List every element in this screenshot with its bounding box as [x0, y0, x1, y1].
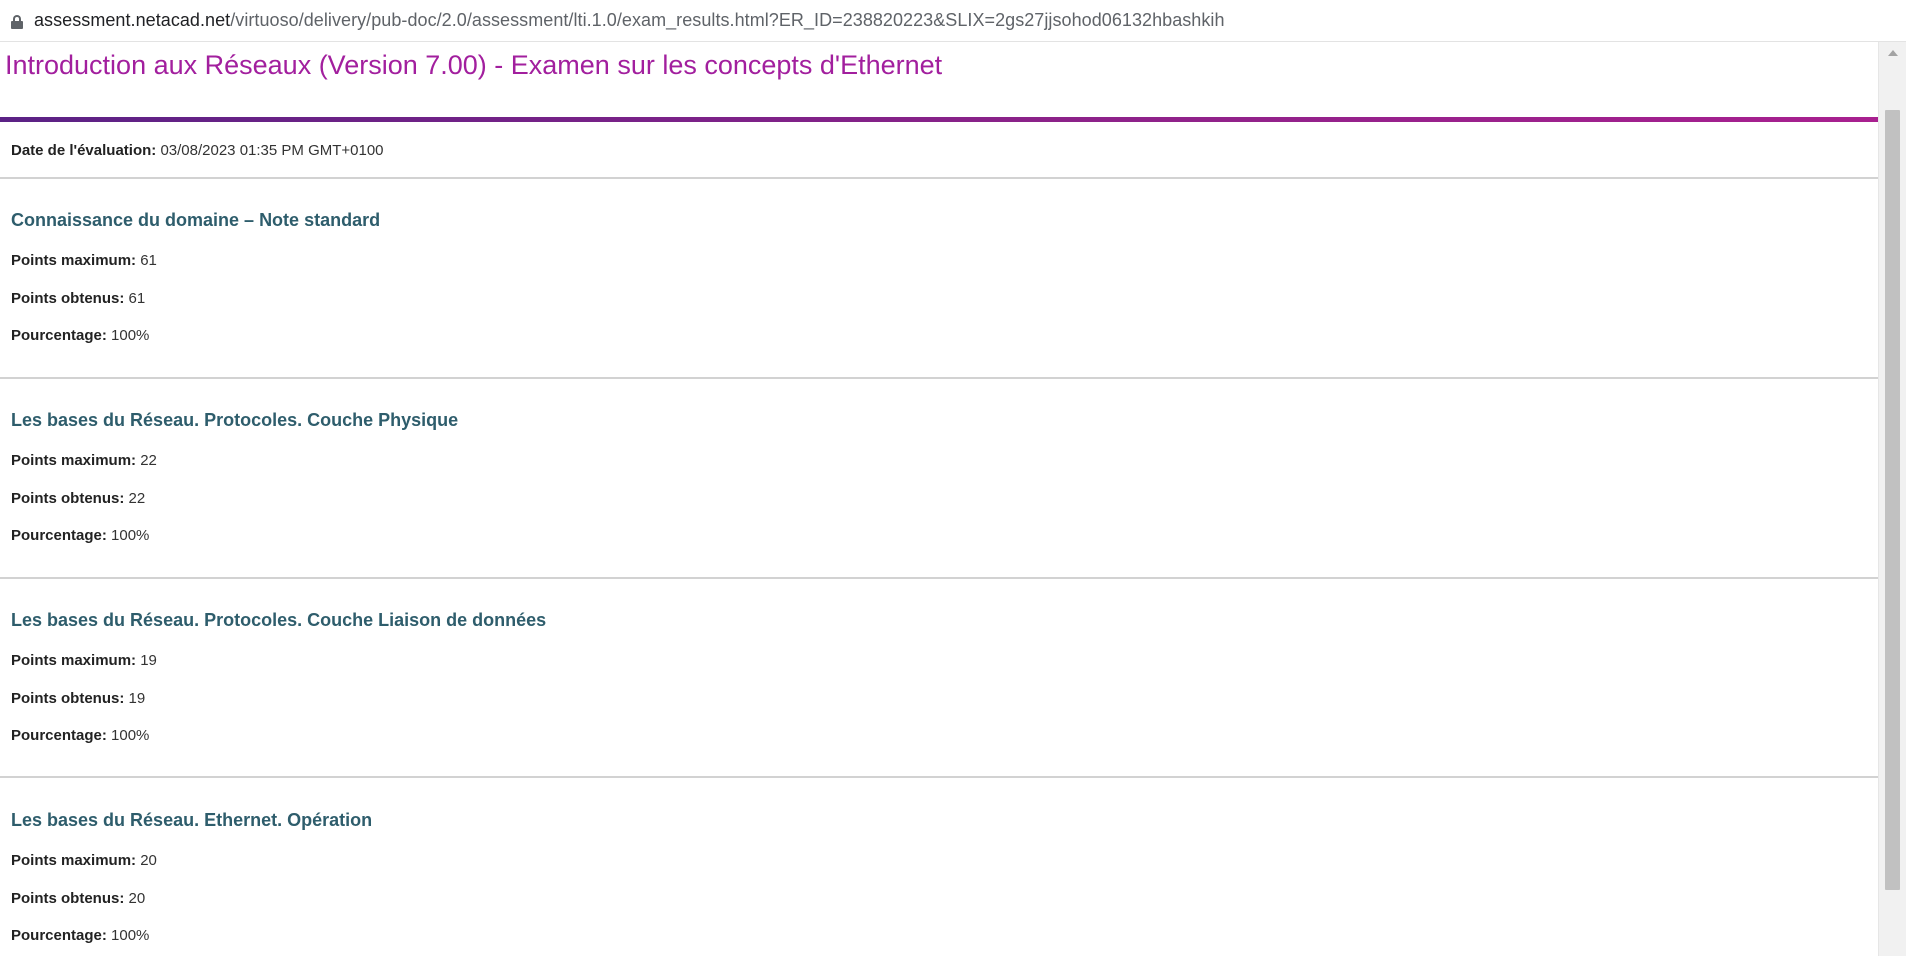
percentage-value: 100%: [111, 527, 150, 544]
section-title: Les bases du Réseau. Ethernet. Opération: [11, 810, 373, 830]
points-earned-value: 19: [128, 690, 146, 707]
address-bar[interactable]: assessment.netacad.net/virtuoso/delivery…: [0, 0, 1906, 42]
points-earned-value: 61: [128, 290, 146, 307]
points-earned: Points obtenus: 22: [11, 490, 145, 507]
scroll-up-arrow-icon[interactable]: [1888, 50, 1898, 56]
page-title: Introduction aux Réseaux (Version 7.00) …: [5, 50, 943, 80]
points-max-value: 19: [140, 652, 157, 669]
percentage: Pourcentage: 100%: [11, 727, 149, 744]
percentage: Pourcentage: 100%: [11, 527, 149, 544]
points-max: Points maximum: 19: [11, 652, 157, 669]
percentage-label: Pourcentage:: [11, 727, 107, 744]
points-earned-label: Points obtenus:: [11, 690, 125, 707]
page-content: Introduction aux Réseaux (Version 7.00) …: [0, 42, 1878, 956]
result-section: Les bases du Réseau. Protocoles. Couche …: [11, 410, 1811, 544]
section-divider: [0, 577, 1878, 579]
points-earned: Points obtenus: 61: [11, 290, 145, 307]
evaluation-date-label: Date de l'évaluation:: [11, 142, 157, 159]
section-title: Les bases du Réseau. Protocoles. Couche …: [11, 610, 547, 630]
section-title: Les bases du Réseau. Protocoles. Couche …: [11, 410, 459, 430]
percentage-label: Pourcentage:: [11, 327, 107, 344]
vertical-scrollbar[interactable]: [1878, 42, 1906, 956]
points-earned-label: Points obtenus:: [11, 290, 125, 307]
points-max-value: 61: [140, 252, 157, 269]
url-path: /virtuoso/delivery/pub-doc/2.0/assessmen…: [230, 10, 1225, 30]
section-divider: [0, 776, 1878, 778]
points-max-label: Points maximum:: [11, 252, 137, 269]
url-text[interactable]: assessment.netacad.net/virtuoso/delivery…: [34, 10, 1225, 31]
points-earned: Points obtenus: 20: [11, 890, 145, 907]
percentage-value: 100%: [111, 727, 150, 744]
points-max: Points maximum: 61: [11, 252, 157, 269]
points-max: Points maximum: 20: [11, 852, 157, 869]
points-earned-value: 22: [128, 490, 146, 507]
points-earned: Points obtenus: 19: [11, 690, 145, 707]
points-max-value: 22: [140, 452, 157, 469]
section-divider: [0, 377, 1878, 379]
result-section: Les bases du Réseau. Ethernet. Opération…: [11, 810, 1811, 944]
scrollbar-thumb[interactable]: [1885, 110, 1900, 890]
points-max-label: Points maximum:: [11, 652, 137, 669]
points-earned-label: Points obtenus:: [11, 890, 125, 907]
section-divider: [0, 177, 1878, 179]
percentage: Pourcentage: 100%: [11, 927, 149, 944]
points-earned-label: Points obtenus:: [11, 490, 125, 507]
section-title: Connaissance du domaine – Note standard: [11, 210, 381, 230]
points-max-label: Points maximum:: [11, 852, 137, 869]
percentage: Pourcentage: 100%: [11, 327, 149, 344]
url-host: assessment.netacad.net: [34, 10, 231, 30]
points-max-label: Points maximum:: [11, 452, 137, 469]
percentage-value: 100%: [111, 327, 150, 344]
percentage-value: 100%: [111, 927, 150, 944]
title-accent-bar: [0, 117, 1878, 122]
points-max-value: 20: [140, 852, 157, 869]
points-max: Points maximum: 22: [11, 452, 157, 469]
result-section: Les bases du Réseau. Protocoles. Couche …: [11, 610, 1811, 744]
evaluation-date-value: 03/08/2023 01:35 PM GMT+0100: [160, 142, 384, 159]
percentage-label: Pourcentage:: [11, 527, 107, 544]
lock-icon[interactable]: [10, 14, 24, 29]
percentage-label: Pourcentage:: [11, 927, 107, 944]
result-section: Connaissance du domaine – Note standard …: [11, 210, 1811, 344]
evaluation-date: Date de l'évaluation: 03/08/2023 01:35 P…: [11, 142, 384, 159]
points-earned-value: 20: [128, 890, 146, 907]
